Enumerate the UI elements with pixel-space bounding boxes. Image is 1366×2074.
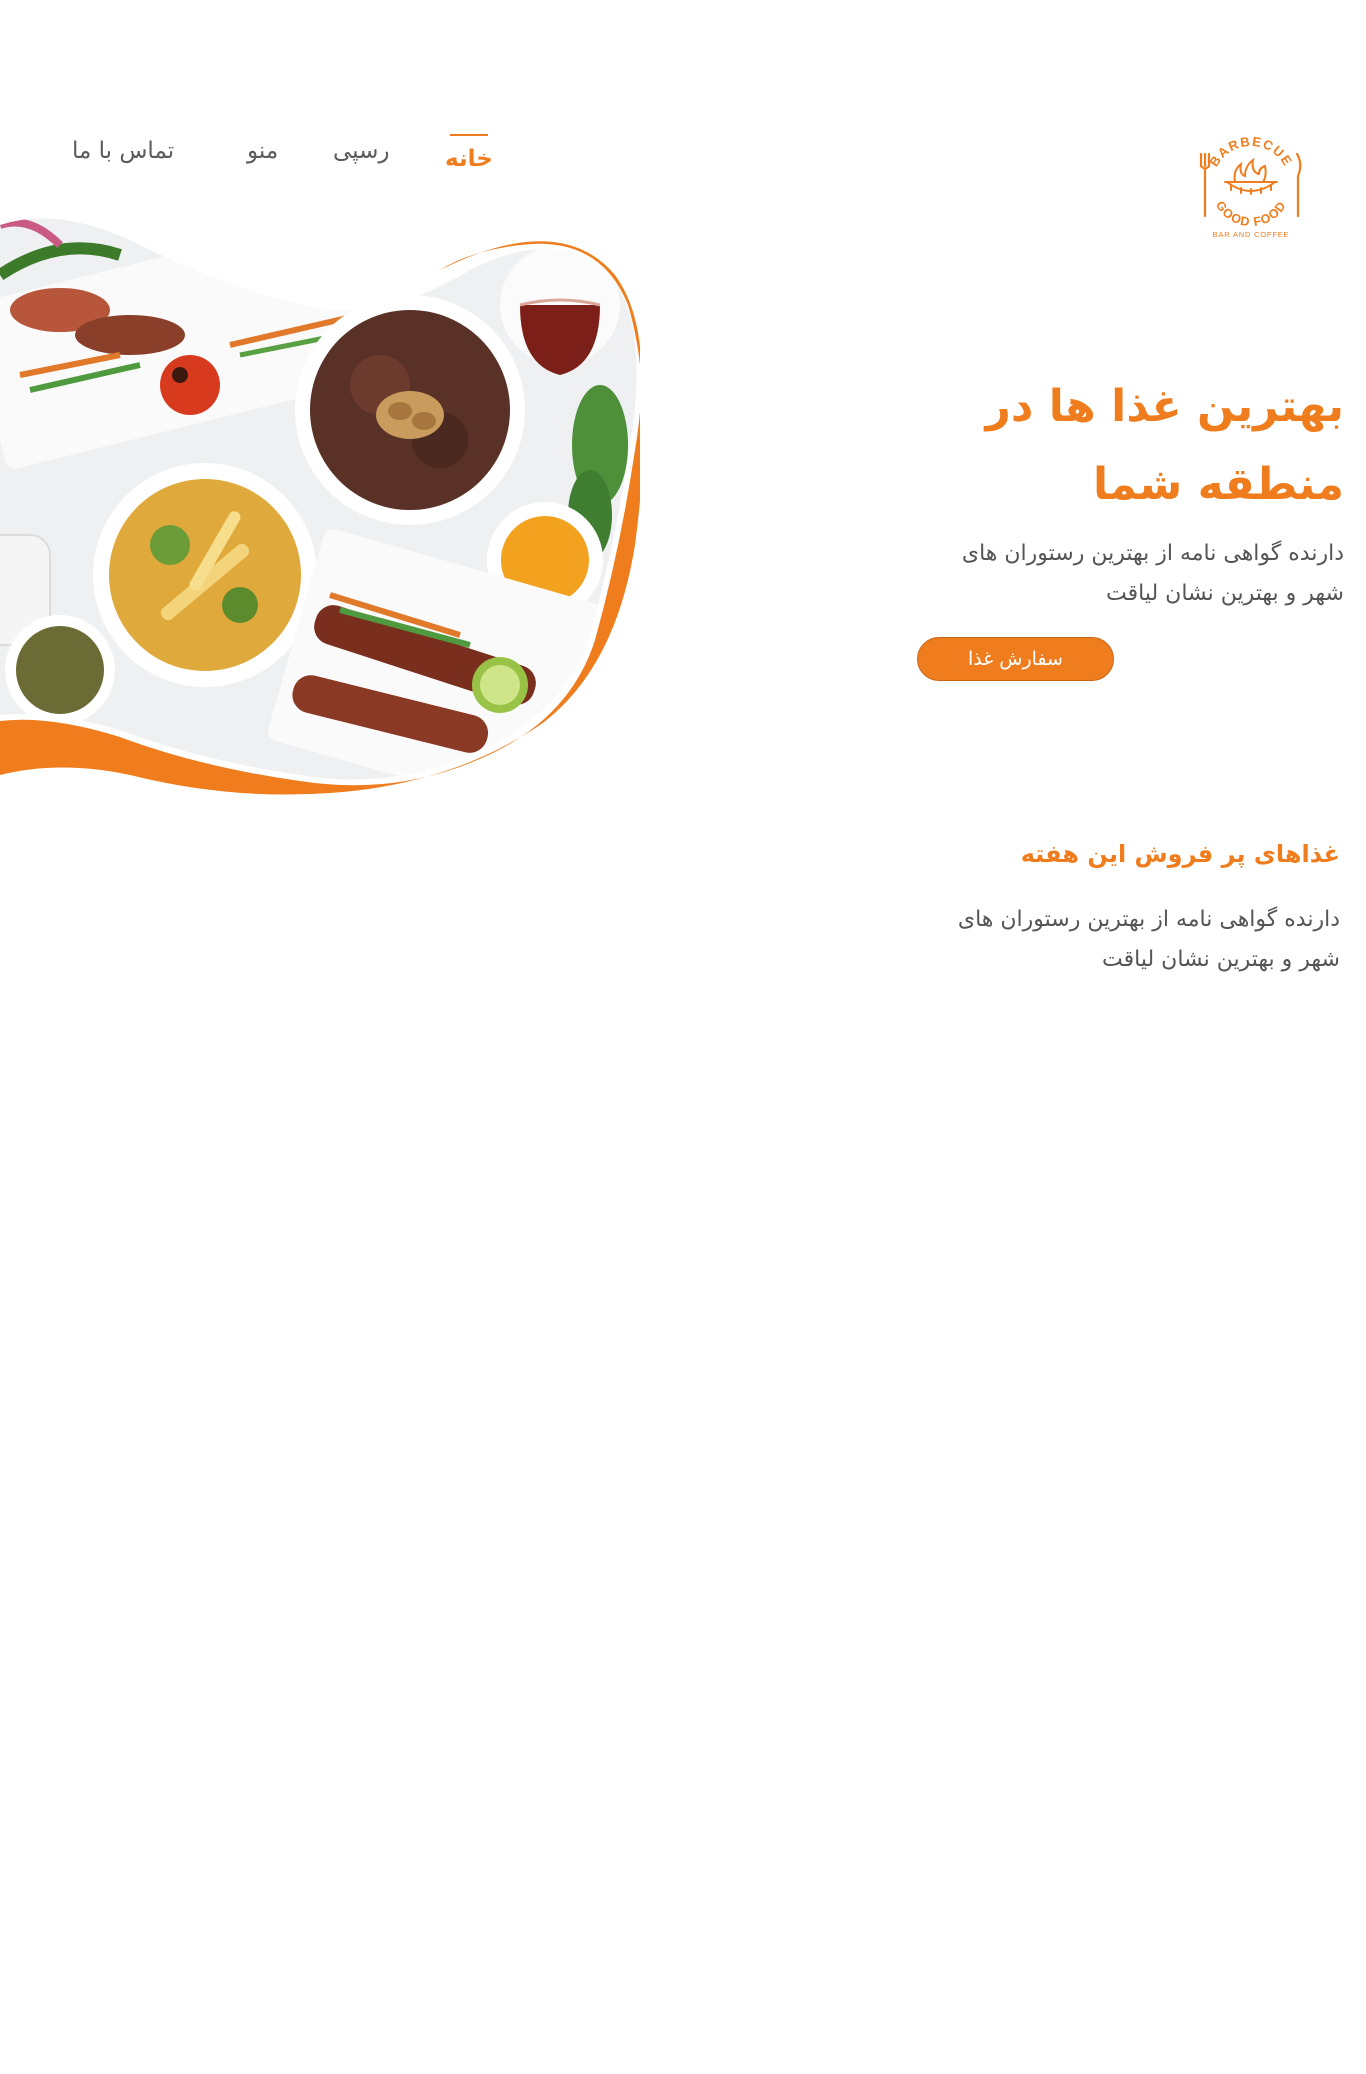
best-sellers-subtitle-line1: دارنده گواهی نامه از بهترین رستوران های [957, 907, 1340, 932]
logo-graphic: BARBECUE GOOD FOOD BAR AND COFFEE [1199, 134, 1302, 239]
logo-middle-text: GOOD FOOD [1213, 198, 1289, 229]
hero-title-line1: بهترین غذا ها در [985, 381, 1344, 432]
hero-food-image [0, 215, 644, 795]
logo-bottom-text: BAR AND COFFEE [1213, 230, 1290, 239]
brand-logo[interactable]: BARBECUE GOOD FOOD BAR AND COFFEE [1195, 124, 1307, 244]
nav-item-recipe[interactable]: رسپی [333, 138, 390, 164]
logo-top-text: BARBECUE [1206, 134, 1295, 170]
hero-subtitle: دارنده گواهی نامه از بهترین رستوران های … [904, 534, 1344, 614]
hero-title-line2: منطقه شما [1092, 459, 1344, 510]
knife-icon [1295, 152, 1302, 218]
order-food-button[interactable]: سفارش غذا [917, 637, 1114, 681]
fork-icon [1199, 152, 1211, 218]
hero-subtitle-line2: شهر و بهترین نشان لیاقت [1106, 581, 1344, 606]
food-platter-illustration [0, 218, 644, 795]
svg-text:BARBECUE: BARBECUE [1206, 134, 1295, 170]
nav-item-menu[interactable]: منو [247, 138, 278, 164]
stew-bowl [295, 295, 525, 525]
nav-item-home[interactable]: خانه [445, 146, 493, 172]
hero-title: بهترین غذا ها در منطقه شما [924, 368, 1344, 524]
hero-subtitle-line1: دارنده گواهی نامه از بهترین رستوران های [961, 541, 1344, 566]
spice-bowl [5, 615, 115, 725]
svg-text:GOOD FOOD: GOOD FOOD [1213, 198, 1289, 229]
salad-bowl [93, 463, 317, 687]
grill-flame-icon [1224, 157, 1278, 195]
best-sellers-subtitle-line2: شهر و بهترین نشان لیاقت [1102, 947, 1340, 972]
nav-item-contact[interactable]: تماس با ما [72, 138, 174, 164]
best-sellers-title: غذاهای پر فروش این هفته [1020, 840, 1340, 868]
main-nav: خانه رسپی منو تماس با ما [60, 128, 510, 188]
best-sellers-subtitle: دارنده گواهی نامه از بهترین رستوران های … [900, 900, 1340, 980]
